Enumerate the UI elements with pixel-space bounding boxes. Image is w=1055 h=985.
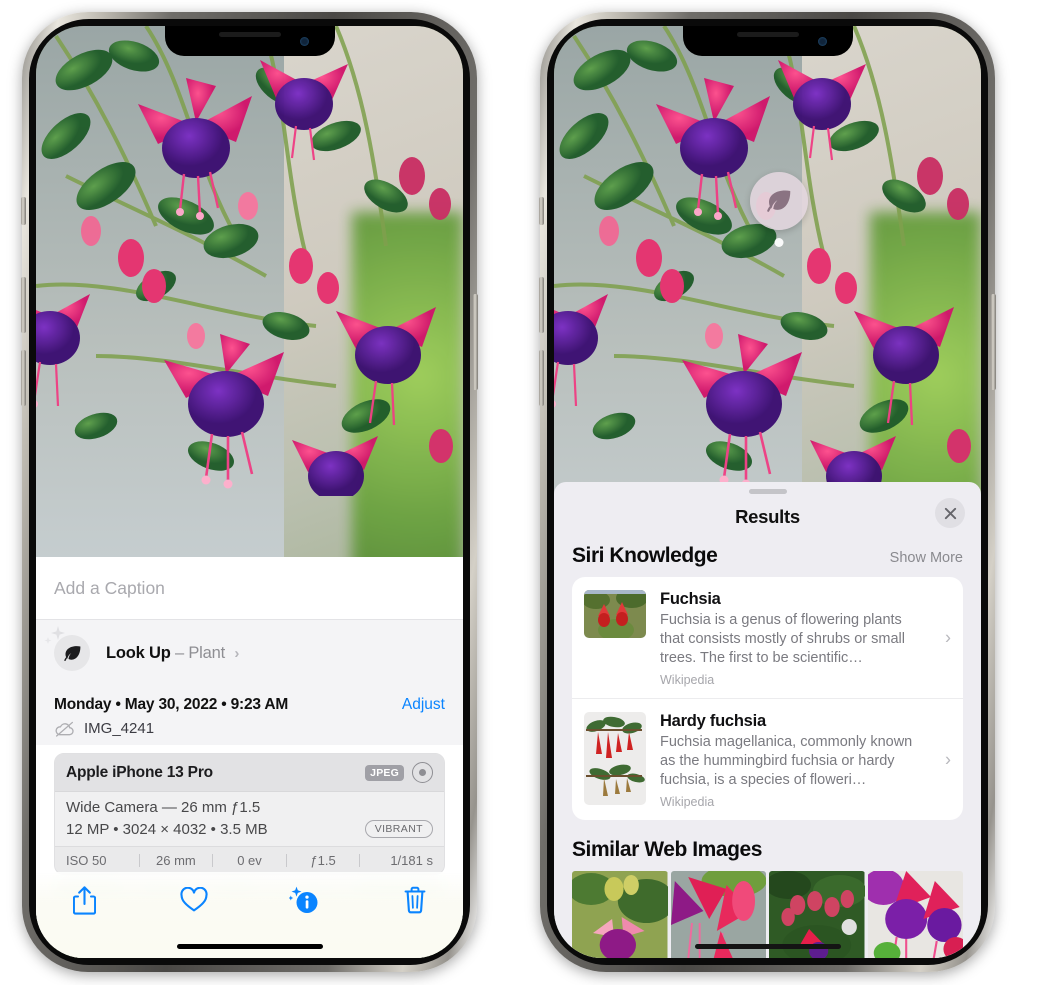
exif-stats-row: ISO 50 26 mm 0 ev ƒ1.5 1/181 s (55, 846, 444, 874)
home-indicator[interactable] (694, 944, 841, 949)
share-button[interactable] (62, 880, 106, 920)
caption-placeholder: Add a Caption (54, 577, 165, 598)
photo-filename: IMG_4241 (84, 720, 155, 737)
chevron-right-icon: › (945, 627, 951, 647)
knowledge-item[interactable]: Hardy fuchsia Fuchsia magellanica, commo… (572, 698, 963, 820)
fuchsia-flowers-illustration (554, 26, 971, 496)
leaf-glyph (767, 190, 791, 212)
resolution-info: 12 MP • 3024 × 4032 • 3.5 MB (66, 820, 268, 838)
exif-stat: 1/181 s (390, 853, 433, 868)
knowledge-description: Fuchsia magellanica, commonly known as t… (660, 734, 913, 788)
look-up-dash: – (174, 643, 184, 662)
silent-switch-left[interactable] (21, 197, 26, 225)
earpiece-speaker (218, 32, 281, 37)
knowledge-source: Wikipedia (660, 795, 715, 809)
look-up-subject: Plant (188, 643, 225, 662)
results-title: Results (735, 506, 800, 527)
share-icon (72, 885, 96, 915)
siri-knowledge-header: Siri Knowledge Show More (554, 540, 981, 577)
photographic-style-badge: VIBRANT (364, 820, 433, 838)
lens-info: Wide Camera — 26 mm ƒ1.5 (66, 799, 261, 816)
front-camera (817, 37, 827, 46)
photo-metadata: Monday • May 30, 2022 • 9:23 AM Adjust I… (36, 686, 463, 745)
volume-up-button-left[interactable] (21, 277, 26, 333)
knowledge-name: Fuchsia (660, 590, 721, 608)
raw-aperture-icon (412, 762, 433, 783)
notch-left (164, 26, 335, 56)
fuchsia-thumb-2 (584, 712, 646, 805)
knowledge-source: Wikipedia (660, 673, 715, 687)
siri-knowledge-title: Siri Knowledge (572, 544, 718, 567)
visual-lookup-badge[interactable] (750, 172, 808, 247)
notch-right (682, 26, 853, 56)
exif-stat: ISO 50 (66, 853, 107, 868)
photo-info-sheet: Add a Caption Look Up – Plant › Monday •… (36, 557, 463, 958)
similar-thumb-1 (572, 871, 668, 958)
knowledge-description: Fuchsia is a genus of flowering plants t… (660, 612, 905, 666)
similar-web-images-title: Similar Web Images (572, 838, 762, 861)
exif-stat: 26 mm (156, 853, 196, 868)
front-camera (299, 37, 309, 46)
close-button[interactable] (935, 498, 965, 528)
volume-down-button-left[interactable] (21, 350, 26, 406)
similar-thumb-4 (867, 871, 963, 958)
exif-stat: ƒ1.5 (310, 853, 336, 868)
look-up-row[interactable]: Look Up – Plant › (36, 620, 463, 686)
screen-right: Results Siri Knowledge Show More Fuchsia… (554, 26, 981, 958)
power-button-right[interactable] (991, 294, 996, 390)
show-more-button[interactable]: Show More (890, 550, 963, 566)
knowledge-thumbnail (584, 712, 646, 805)
phone-right: Results Siri Knowledge Show More Fuchsia… (539, 12, 996, 972)
knowledge-item[interactable]: Fuchsia Fuchsia is a genus of flowering … (572, 577, 963, 698)
format-badge: JPEG (365, 764, 404, 781)
exif-card[interactable]: Apple iPhone 13 Pro JPEG Wide Camera — 2… (54, 753, 445, 875)
fuchsia-thumb-1 (584, 590, 646, 638)
visual-lookup-results-sheet: Results Siri Knowledge Show More Fuchsia… (554, 482, 981, 958)
knowledge-name: Hardy fuchsia (660, 712, 766, 730)
results-header: Results (554, 494, 981, 540)
favorite-button[interactable] (172, 880, 216, 920)
camera-device: Apple iPhone 13 Pro (66, 763, 213, 781)
chevron-right-icon: › (945, 749, 951, 769)
adjust-button[interactable]: Adjust (402, 696, 445, 714)
badge-anchor-dot (774, 238, 784, 247)
leaf-glyph (63, 645, 80, 661)
similar-web-images-header: Similar Web Images (554, 820, 981, 871)
similar-image-thumb[interactable] (867, 871, 963, 958)
fuchsia-flowers-illustration (36, 26, 453, 496)
icloud-slash-icon (55, 721, 74, 737)
exif-header: Apple iPhone 13 Pro JPEG (55, 754, 444, 792)
volume-up-button-right[interactable] (539, 277, 544, 333)
screen-left: Add a Caption Look Up – Plant › Monday •… (36, 26, 463, 958)
caption-field-row[interactable]: Add a Caption (36, 557, 463, 620)
leaf-icon (44, 626, 90, 671)
power-button-left[interactable] (473, 294, 478, 390)
siri-knowledge-card: Fuchsia Fuchsia is a genus of flowering … (572, 577, 963, 820)
photo-toolbar (36, 872, 463, 958)
info-button[interactable] (283, 880, 327, 920)
close-icon (944, 507, 956, 519)
exif-body: Wide Camera — 26 mm ƒ1.5 12 MP • 3024 × … (55, 792, 444, 846)
leaf-icon (750, 172, 808, 230)
trash-icon (404, 886, 426, 914)
look-up-label: Look Up – Plant › (106, 644, 239, 663)
earpiece-speaker (736, 32, 799, 37)
knowledge-thumbnail (584, 590, 646, 638)
photo-date: Monday • May 30, 2022 • 9:23 AM (54, 696, 289, 713)
delete-button[interactable] (393, 880, 437, 920)
similar-image-thumb[interactable] (572, 871, 668, 958)
info-sparkle-icon (289, 886, 318, 913)
home-indicator[interactable] (176, 944, 323, 949)
look-up-text: Look Up (106, 643, 171, 662)
exif-stat: 0 ev (237, 853, 262, 868)
phone-left: Add a Caption Look Up – Plant › Monday •… (21, 12, 478, 972)
chevron-right-icon: › (234, 644, 240, 662)
heart-icon (180, 887, 208, 912)
volume-down-button-right[interactable] (539, 350, 544, 406)
silent-switch-right[interactable] (539, 197, 544, 225)
